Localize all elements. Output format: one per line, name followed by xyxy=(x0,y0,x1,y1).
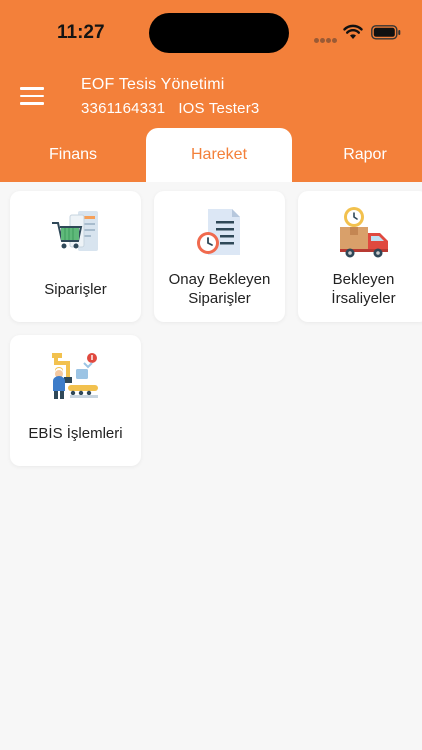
tab-hareket[interactable]: Hareket xyxy=(146,128,292,182)
user-name: IOS Tester3 xyxy=(178,100,260,117)
hamburger-menu-icon[interactable] xyxy=(20,87,44,107)
user-phone: 3361164331 xyxy=(81,100,166,117)
tab-rapor[interactable]: Rapor xyxy=(292,128,422,182)
card-onay-bekleyen-siparisler[interactable]: Onay Bekleyen Siparişler xyxy=(154,191,285,322)
card-siparisler[interactable]: Siparişler xyxy=(10,191,141,322)
wifi-icon xyxy=(343,24,363,39)
card-label: Bekleyen İrsaliyeler xyxy=(331,271,396,307)
cellular-signal-icon xyxy=(314,30,338,48)
status-time: 11:27 xyxy=(57,22,105,43)
shopping-cart-icon xyxy=(51,211,98,251)
card-label: EBİS İşlemleri xyxy=(28,424,123,442)
card-label: Siparişler xyxy=(44,280,107,298)
card-label: Onay Bekleyen Siparişler xyxy=(168,271,271,307)
app-header: 11:27 EOF Tesis Yönetimi 3361164331 IOS T… xyxy=(0,0,422,182)
factory-worker-icon xyxy=(51,353,98,399)
card-ebis-islemleri[interactable]: EBİS İşlemleri xyxy=(10,335,141,466)
pending-document-clock-icon xyxy=(196,209,240,255)
tab-finans[interactable]: Finans xyxy=(0,128,146,182)
delivery-truck-clock-icon xyxy=(339,207,388,258)
app-title: EOF Tesis Yönetimi xyxy=(81,76,225,93)
user-info: 3361164331 IOS Tester3 xyxy=(81,100,259,117)
battery-icon xyxy=(371,25,401,40)
card-bekleyen-irsaliyeler[interactable]: Bekleyen İrsaliyeler xyxy=(298,191,422,322)
dynamic-island xyxy=(149,13,289,53)
